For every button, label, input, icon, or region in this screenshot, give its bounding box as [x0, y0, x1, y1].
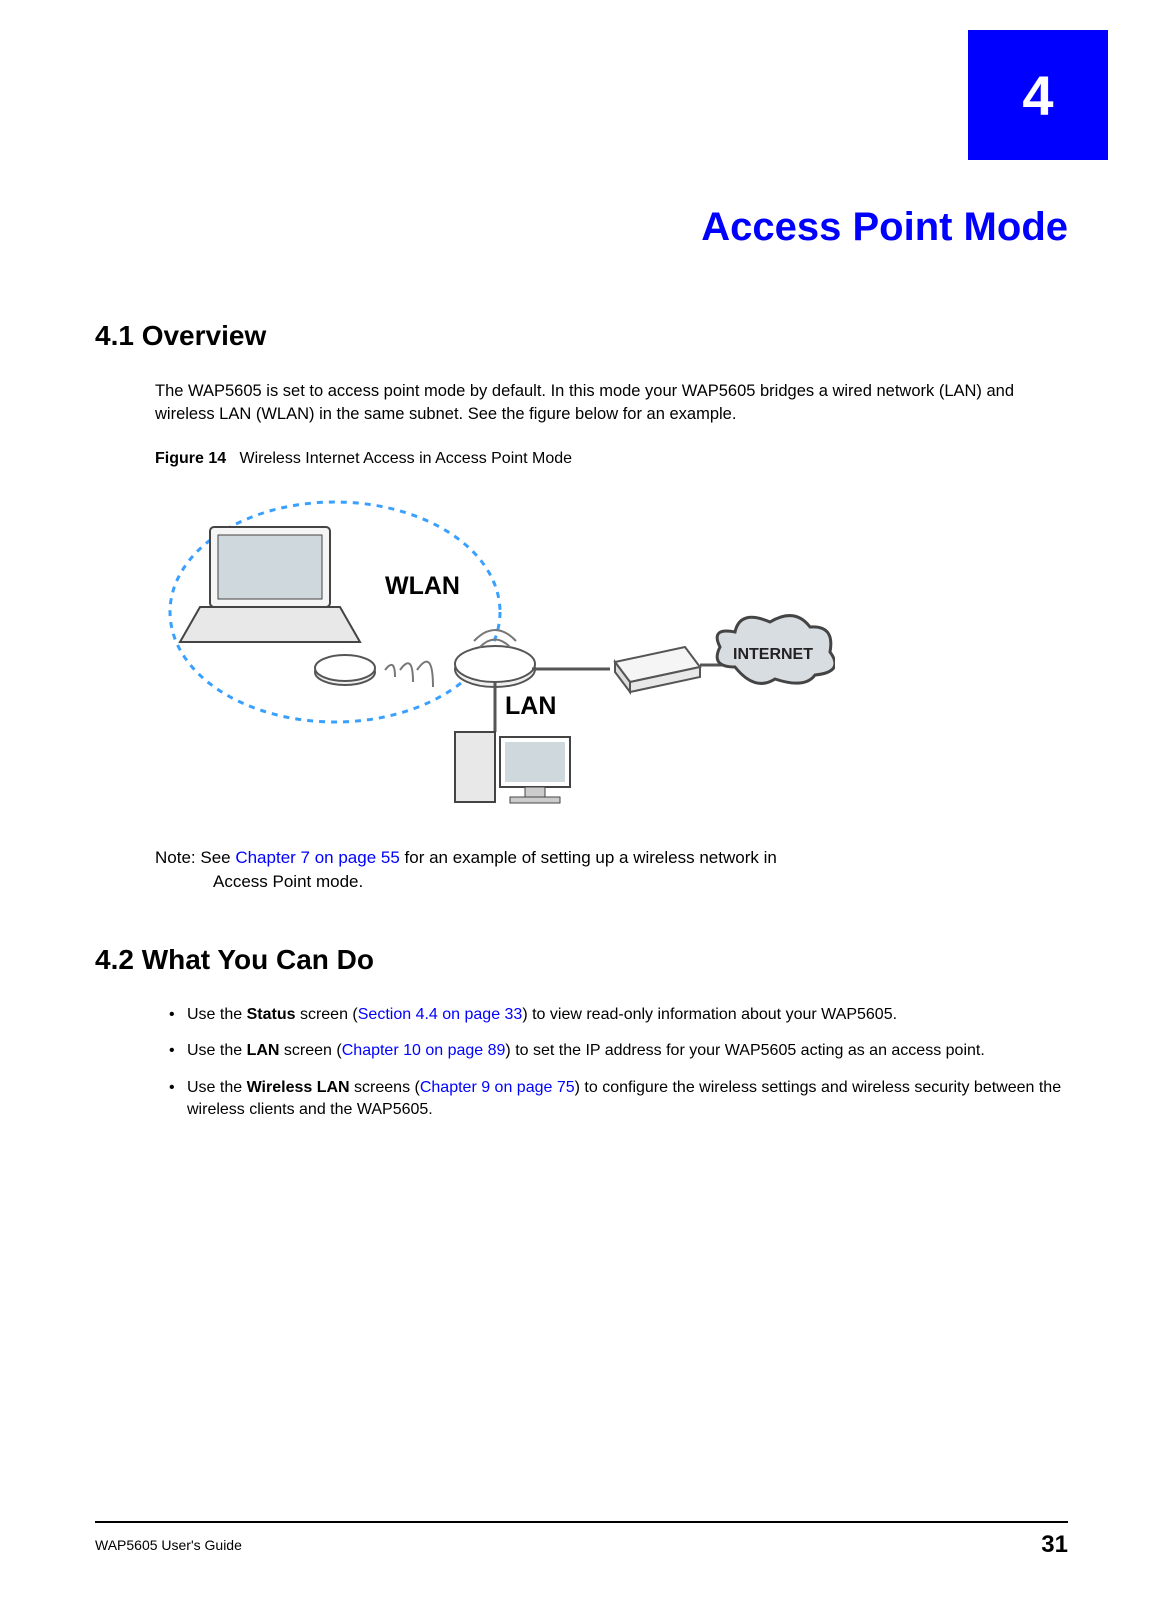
screen-name: Wireless LAN [247, 1079, 350, 1096]
footer-page-number: 31 [1041, 1531, 1068, 1559]
footer-guide-name: WAP5605 User's Guide [95, 1537, 242, 1553]
list-item: Use the Wireless LAN screens (Chapter 9 … [169, 1077, 1068, 1122]
page-title: Access Point Mode [701, 205, 1068, 250]
list-item: Use the LAN screen (Chapter 10 on page 8… [169, 1040, 1068, 1062]
wlan-label: WLAN [385, 572, 460, 601]
section-heading-overview: 4.1 Overview [95, 320, 1068, 352]
figure-label: Figure 14 [155, 450, 226, 467]
content-area: 4.1 Overview The WAP5605 is set to acces… [95, 320, 1068, 1135]
cross-ref-link[interactable]: Chapter 9 on page 75 [420, 1079, 575, 1096]
feature-bullet-list: Use the Status screen (Section 4.4 on pa… [169, 1004, 1068, 1122]
chapter-number-badge: 4 [968, 30, 1108, 160]
network-diagram-svg: INTERNET [155, 482, 835, 822]
cross-ref-link[interactable]: Chapter 10 on page 89 [342, 1042, 506, 1059]
overview-body-text: The WAP5605 is set to access point mode … [155, 380, 1068, 426]
note-suffix: Access Point mode. [213, 870, 1068, 894]
chapter-number-text: 4 [1022, 63, 1053, 128]
section-heading-whatyoucando: 4.2 What You Can Do [95, 944, 1068, 976]
page-footer: WAP5605 User's Guide 31 [95, 1521, 1068, 1559]
note-prefix: Note: See [155, 848, 235, 867]
cross-ref-link[interactable]: Section 4.4 on page 33 [358, 1006, 523, 1023]
screen-name: Status [247, 1006, 296, 1023]
note-middle: for an example of setting up a wireless … [400, 848, 777, 867]
figure-caption-text: Wireless Internet Access in Access Point… [239, 450, 572, 467]
lan-label: LAN [505, 692, 556, 721]
figure-diagram: INTERNET WLAN LAN [155, 482, 835, 822]
figure-caption: Figure 14 Wireless Internet Access in Ac… [155, 450, 1068, 468]
list-item: Use the Status screen (Section 4.4 on pa… [169, 1004, 1068, 1026]
note-link[interactable]: Chapter 7 on page 55 [235, 848, 399, 867]
screen-name: LAN [247, 1042, 280, 1059]
note-block: Note: See Chapter 7 on page 55 for an ex… [155, 846, 1068, 894]
internet-cloud-label: INTERNET [733, 646, 813, 663]
